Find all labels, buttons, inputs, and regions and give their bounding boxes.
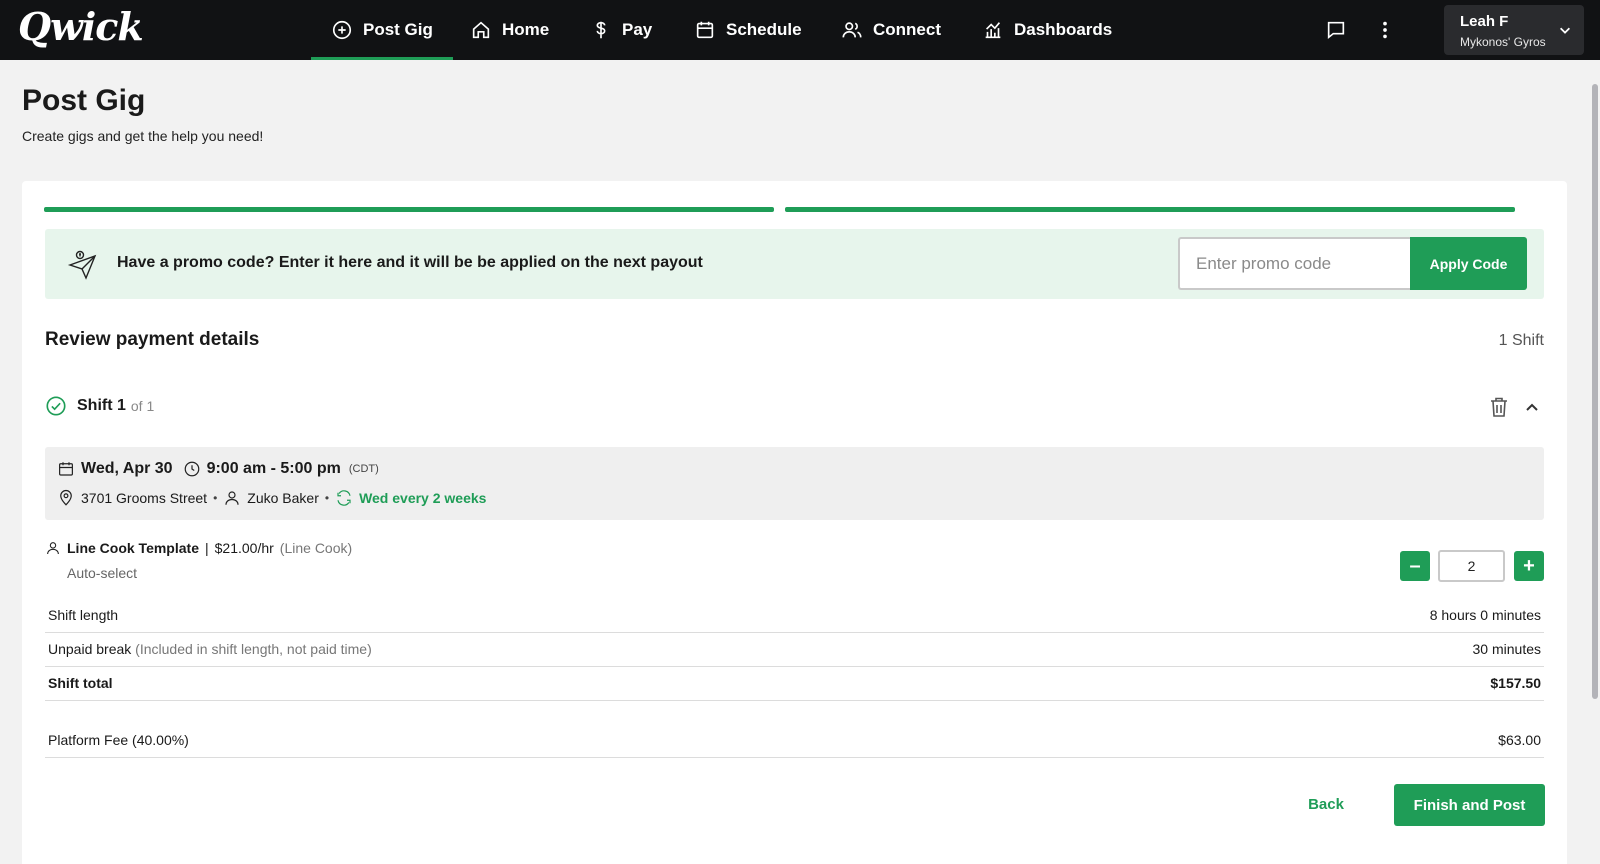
page-title: Post Gig	[22, 84, 146, 117]
role-separator: |	[204, 540, 209, 556]
shift-recurrence[interactable]: Wed every 2 weeks	[359, 490, 486, 506]
top-navbar: Qwick Post Gig Home Pay Schedule Connect…	[0, 0, 1600, 60]
review-section-title: Review payment details	[45, 329, 260, 350]
role-line: Line Cook Template | $21.00/hr (Line Coo…	[45, 540, 352, 556]
person-icon	[47, 542, 59, 555]
auto-select-label: Auto-select	[67, 565, 138, 581]
shift-of-count: of 1	[130, 398, 155, 414]
location-pin-icon	[60, 489, 72, 506]
unpaid-break-row: Unpaid break (Included in shift length, …	[45, 633, 1544, 667]
promo-code-input[interactable]	[1178, 237, 1410, 290]
calendar-icon	[696, 21, 714, 39]
increase-quantity-button[interactable]: +	[1514, 551, 1544, 581]
kebab-menu-icon	[1383, 21, 1387, 39]
separator-dot: •	[324, 491, 330, 505]
finish-and-post-button[interactable]: Finish and Post	[1394, 784, 1545, 826]
back-button[interactable]: Back	[1286, 784, 1366, 824]
more-options-button[interactable]	[1373, 18, 1397, 42]
nav-pay[interactable]: Pay	[590, 0, 652, 60]
shift-label: Shift 1	[77, 397, 126, 414]
user-org: Mykonos' Gyros	[1460, 35, 1546, 49]
shift-length-row: Shift length 8 hours 0 minutes	[45, 599, 1544, 633]
unpaid-break-label: Unpaid break	[48, 641, 132, 657]
user-menu[interactable]: Leah F Mykonos' Gyros	[1444, 5, 1584, 55]
shift-time: 9:00 am - 5:00 pm	[206, 460, 341, 477]
nav-dashboards-label: Dashboards	[1014, 20, 1113, 39]
platform-fee-row: Platform Fee (40.00%) $63.00	[45, 724, 1544, 758]
nav-post-gig[interactable]: Post Gig	[311, 0, 453, 60]
dollar-icon	[596, 21, 606, 39]
shift-length-value: 8 hours 0 minutes	[1429, 607, 1541, 623]
separator-dot: •	[213, 491, 218, 505]
clock-icon	[184, 461, 199, 477]
chat-icon	[1327, 21, 1345, 40]
qwick-logo[interactable]: Qwick	[18, 4, 144, 49]
user-name: Leah F	[1460, 13, 1509, 30]
nav-home-label: Home	[502, 20, 550, 39]
calendar-icon	[59, 462, 73, 476]
promo-message: Have a promo code? Enter it here and it …	[117, 254, 703, 271]
home-icon	[472, 21, 490, 39]
nav-schedule-label: Schedule	[726, 20, 802, 39]
chevron-down-icon	[1560, 27, 1570, 34]
page-scrollbar[interactable]	[1590, 60, 1600, 864]
nav-pay-label: Pay	[622, 20, 653, 39]
shift-total-value: $157.50	[1490, 675, 1541, 691]
progress-step-1	[44, 207, 774, 212]
shift-total-row: Shift total $157.50	[45, 667, 1544, 701]
shift-address: 3701 Grooms Street	[81, 490, 208, 506]
repeat-icon	[337, 490, 351, 506]
shift-count: 1 Shift	[1498, 332, 1544, 349]
progress-step-2	[785, 207, 1515, 212]
nav-schedule[interactable]: Schedule	[694, 0, 802, 60]
shift-contact: Zuko Baker	[247, 490, 319, 506]
unpaid-break-value: 30 minutes	[1472, 641, 1541, 657]
chevron-up-icon[interactable]	[1524, 399, 1540, 415]
nav-home[interactable]: Home	[470, 0, 549, 60]
shift-length-label: Shift length	[48, 607, 119, 623]
quantity-input[interactable]	[1438, 550, 1505, 582]
decrease-quantity-button[interactable]: –	[1400, 551, 1430, 581]
post-gig-card: Have a promo code? Enter it here and it …	[22, 181, 1567, 864]
shift-info-box: Wed, Apr 30 9:00 am - 5:00 pm (CDT) 3701…	[45, 447, 1544, 520]
paper-plane-icon	[67, 250, 97, 280]
platform-fee-value: $63.00	[1498, 732, 1541, 748]
promo-banner: Have a promo code? Enter it here and it …	[45, 229, 1544, 299]
nav-post-gig-label: Post Gig	[363, 20, 433, 39]
nav-dashboards[interactable]: Dashboards	[982, 0, 1112, 60]
check-circle-icon	[46, 396, 66, 416]
shift-timezone: (CDT)	[348, 463, 379, 475]
users-icon	[842, 22, 862, 38]
role-rate: $21.00/hr	[214, 540, 274, 556]
chart-icon	[985, 22, 1001, 39]
unpaid-break-label-wrap: Unpaid break (Included in shift length, …	[48, 641, 372, 657]
role-type: (Line Cook)	[279, 540, 353, 556]
page-subtitle: Create gigs and get the help you need!	[22, 128, 264, 144]
person-icon	[225, 491, 239, 505]
messages-button[interactable]	[1324, 18, 1348, 42]
plus-circle-icon	[332, 20, 352, 40]
shift-date: Wed, Apr 30	[81, 460, 173, 477]
scrollbar-thumb[interactable]	[1592, 84, 1598, 699]
nav-connect-label: Connect	[873, 20, 941, 39]
role-name: Line Cook Template	[67, 540, 199, 556]
nav-connect[interactable]: Connect	[841, 0, 941, 60]
shift-header: Shift 1 of 1	[45, 395, 154, 417]
shift-total-label: Shift total	[48, 675, 113, 691]
trash-icon[interactable]	[1489, 396, 1509, 418]
platform-fee-label: Platform Fee (40.00%)	[48, 732, 189, 748]
unpaid-break-note: (Included in shift length, not paid time…	[135, 641, 372, 657]
apply-code-button[interactable]: Apply Code	[1410, 237, 1527, 290]
